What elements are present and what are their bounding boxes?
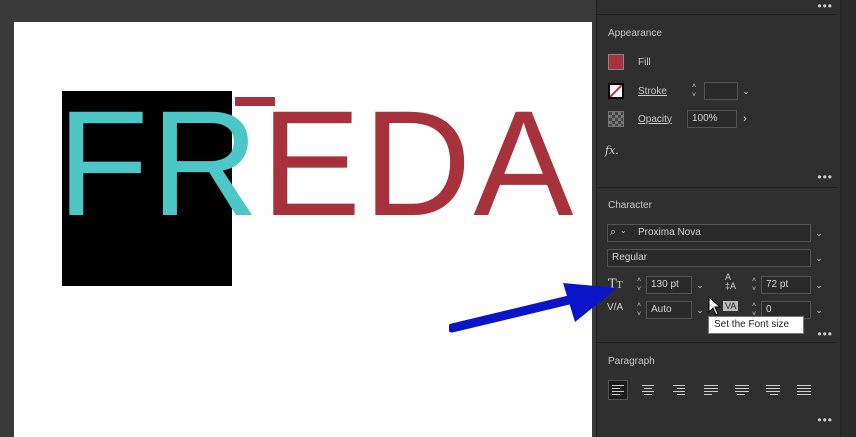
more-icon[interactable]: ••• [817,414,833,426]
paragraph-title: Paragraph [608,356,655,367]
panel-scrollbar[interactable] [840,0,856,437]
font-size-spinner[interactable]: ˄ ˅ [633,276,645,294]
stroke-none-icon [610,85,622,97]
opacity-row[interactable]: Opacity [608,110,672,128]
leading-icon: A ‡A [725,272,737,291]
fill-swatch[interactable] [608,54,624,70]
align-left-button[interactable] [608,380,628,400]
justify-all-button[interactable] [794,380,814,400]
chevron-down-icon[interactable]: ⌄ [620,226,627,235]
more-icon[interactable]: ••• [817,0,833,12]
macron-bar [235,97,275,106]
chevron-down-icon[interactable]: ⌄ [811,276,827,294]
justify-left-button[interactable] [701,380,721,400]
letter-d: D [363,79,474,247]
stroke-weight-field[interactable] [704,82,738,100]
kerning-field[interactable]: Auto [646,301,692,319]
justify-right-button[interactable] [763,380,783,400]
stroke-label[interactable]: Stroke [638,86,667,97]
chevron-down-icon[interactable]: ⌄ [811,301,827,319]
canvas-top-strip [0,0,595,22]
chevron-down-icon[interactable]: ⌄ [692,301,708,319]
justify-center-button[interactable] [732,380,752,400]
letter-e: E [260,79,364,247]
letter-f: F [57,79,151,247]
kerning-spinner[interactable]: ˄ ˅ [633,301,645,319]
letter-r: R [150,79,261,247]
more-icon[interactable]: ••• [817,171,833,183]
illustrator-window: FREDA ••• Appearance Fill Stroke ˄ ˅ ⌄ O… [0,0,856,437]
chevron-down-icon[interactable]: ⌄ [811,224,827,242]
panel-top-section: ••• [597,0,837,15]
chevron-down-icon[interactable]: ⌄ [811,249,827,267]
paragraph-align-group [608,380,814,400]
fill-label: Fill [638,56,651,68]
stroke-row[interactable]: Stroke [608,82,667,100]
font-size-field[interactable]: 130 pt [646,276,692,294]
chevron-right-icon[interactable]: › [737,110,753,128]
letter-a: A [473,79,576,247]
fx-icon[interactable]: fx. [605,144,619,157]
align-right-button[interactable] [670,380,690,400]
tracking-icon: VA [723,301,739,311]
font-style-field[interactable]: Regular [607,249,811,267]
annotation-arrow-icon [449,283,617,333]
opacity-icon [608,111,624,127]
search-icon: ⌕ [610,226,617,238]
cursor-icon [708,296,722,316]
properties-panel: ••• Appearance Fill Stroke ˄˅ ⌄ Opacity [596,0,856,437]
appearance-title: Appearance [608,28,662,39]
leading-spinner[interactable]: ˄ ˅ [748,276,760,294]
more-icon[interactable]: ••• [817,328,833,340]
align-center-button[interactable] [639,380,659,400]
stroke-swatch[interactable] [608,83,624,99]
chevron-down-icon[interactable]: ⌄ [738,82,754,100]
stroke-spinner[interactable]: ˄ ˅ [688,82,700,100]
character-title: Character [608,200,652,211]
font-size-tooltip: Set the Font size [708,316,804,334]
opacity-field[interactable]: 100% [687,110,737,128]
font-family-field[interactable]: Proxima Nova [607,224,811,242]
chevron-down-icon[interactable]: ⌄ [692,276,708,294]
appearance-section: Appearance Fill Stroke ˄ ˅ ⌄ Opacity 100%… [597,16,837,188]
opacity-label[interactable]: Opacity [638,114,672,125]
leading-field[interactable]: 72 pt [761,276,811,294]
freda-wordmark[interactable]: FREDA [57,79,576,247]
fill-row[interactable]: Fill [608,53,651,71]
